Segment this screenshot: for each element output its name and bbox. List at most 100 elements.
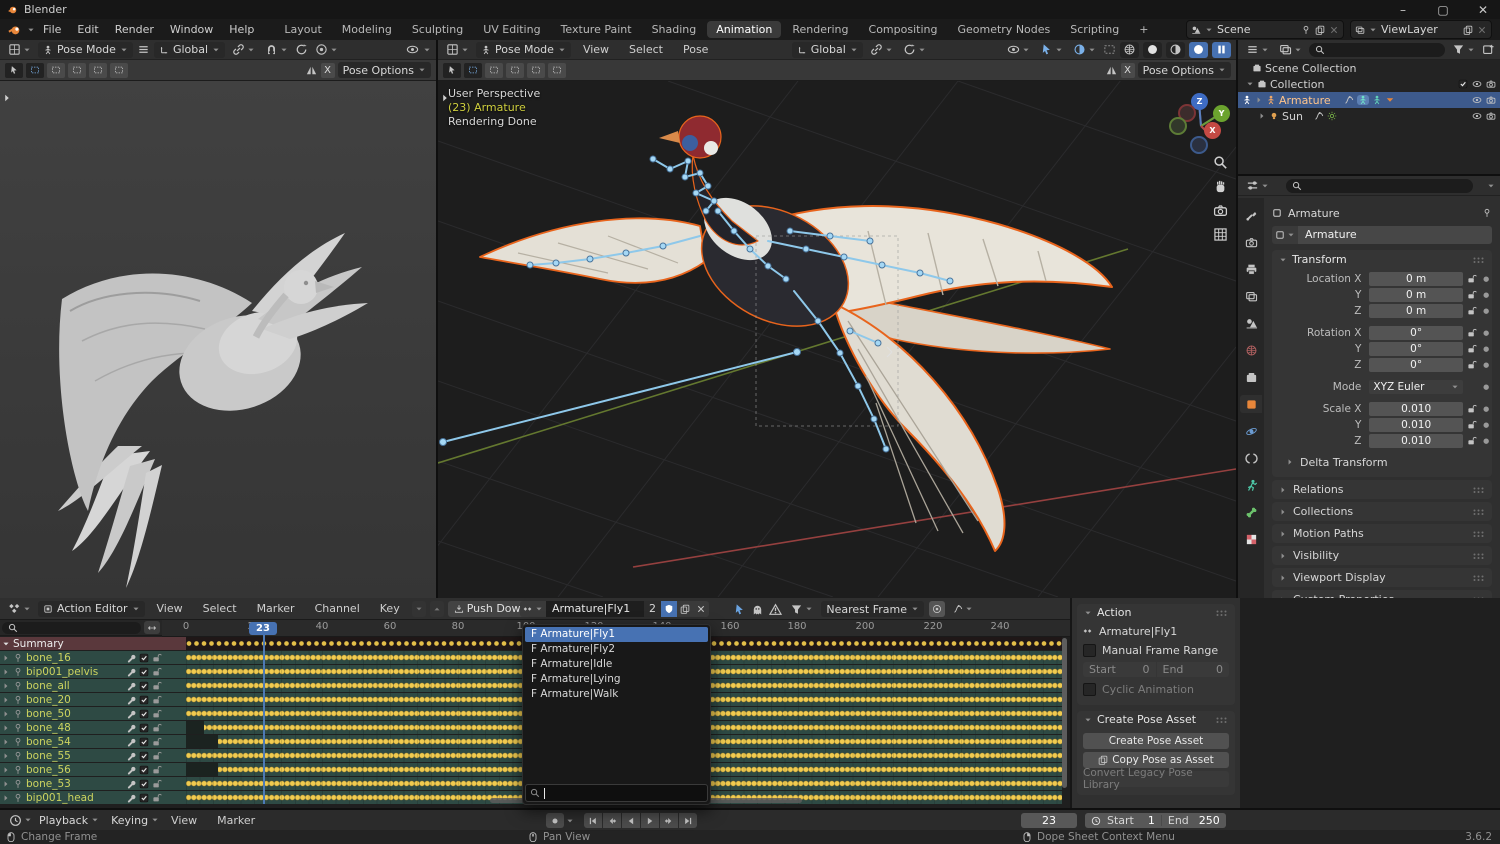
disclosure-down-icon[interactable]	[1246, 80, 1254, 88]
scene-selector[interactable]: Scene	[1186, 20, 1344, 39]
toolbar-expand-icon[interactable]	[440, 93, 450, 103]
options-caret-icon[interactable]	[1487, 182, 1495, 190]
modifier-wrench-icon[interactable]	[126, 751, 136, 761]
disclosure-right-icon[interactable]	[2, 780, 10, 788]
unlink-action-button[interactable]	[693, 601, 709, 617]
mute-checkbox-icon[interactable]	[139, 709, 149, 719]
play-reverse-button[interactable]	[622, 813, 640, 828]
proportional-edit-button[interactable]	[312, 42, 341, 58]
dopesheet-mode-select[interactable]: Action Editor	[38, 601, 145, 617]
section-collections[interactable]: Collections	[1272, 502, 1492, 521]
current-frame-field[interactable]: 23	[1021, 813, 1077, 828]
section-relations[interactable]: Relations	[1272, 480, 1492, 499]
editor-type-button[interactable]	[5, 601, 34, 617]
outliner-filter-button[interactable]	[1449, 42, 1478, 58]
tab-collection[interactable]	[1240, 368, 1262, 386]
mode-select[interactable]: Pose Mode	[38, 42, 133, 58]
dope-sheet[interactable]: Action Editor View Select Marker Channel…	[0, 598, 1500, 808]
tab-bone[interactable]	[1240, 503, 1262, 521]
pin-icon[interactable]	[13, 695, 23, 705]
menu-window[interactable]: Window	[162, 23, 221, 36]
select-mode-invert[interactable]	[527, 63, 545, 78]
animate-dot[interactable]: ●	[1480, 291, 1492, 299]
auto-key-button[interactable]	[546, 813, 564, 828]
panel-grip-icon[interactable]	[1472, 530, 1485, 538]
dropdown-item-idle[interactable]: F Armature|Idle	[525, 657, 708, 672]
toolbar-expand-icon[interactable]	[2, 93, 12, 103]
menu-channel[interactable]: Channel	[307, 602, 368, 615]
convert-legacy-pose-library-button[interactable]: Convert Legacy Pose Library	[1083, 771, 1229, 787]
menu-view[interactable]: View	[149, 602, 191, 615]
tab-world[interactable]	[1240, 341, 1262, 359]
menu-select[interactable]: Select	[621, 43, 671, 56]
outliner[interactable]: Scene Collection Collection Armature	[1238, 40, 1500, 176]
overlays-button[interactable]	[1070, 42, 1099, 58]
pin-icon[interactable]	[13, 723, 23, 733]
modifier-wrench-icon[interactable]	[126, 667, 136, 677]
pin-icon[interactable]	[13, 709, 23, 719]
tab-sculpting[interactable]: Sculpting	[403, 21, 472, 38]
select-mode-set[interactable]	[26, 63, 44, 78]
tab-view-layer[interactable]	[1240, 287, 1262, 305]
scale-y-field[interactable]: 0.010	[1369, 418, 1462, 432]
action-users-button[interactable]: 2	[644, 601, 661, 617]
animate-dot[interactable]: ●	[1480, 383, 1492, 391]
hide-eye-icon[interactable]	[1472, 95, 1482, 105]
panel-grip-icon[interactable]	[1472, 256, 1485, 264]
tab-tool[interactable]	[1240, 206, 1262, 224]
checkbox-icon[interactable]	[1458, 79, 1468, 89]
select-mode-intersect[interactable]	[548, 63, 566, 78]
disclosure-right-icon[interactable]	[2, 682, 10, 690]
cyclic-animation-row[interactable]: Cyclic Animation	[1083, 681, 1229, 697]
snap-toggle[interactable]	[262, 42, 291, 58]
panel-grip-icon[interactable]	[1472, 508, 1485, 516]
tab-texture-paint[interactable]: Texture Paint	[552, 21, 641, 38]
modifier-wrench-icon[interactable]	[126, 779, 136, 789]
tab-constraints[interactable]	[1240, 449, 1262, 467]
pin-icon[interactable]	[1301, 25, 1311, 35]
playhead-badge[interactable]: 23	[249, 622, 277, 635]
transform-panel-header[interactable]: Transform	[1272, 250, 1492, 269]
menu-select[interactable]: Select	[195, 602, 245, 615]
show-gizmo-button[interactable]	[1004, 42, 1033, 58]
pin-icon[interactable]	[13, 737, 23, 747]
start-frame-field[interactable]: Start1	[1107, 814, 1155, 827]
menu-playback[interactable]: Playback	[39, 814, 99, 827]
lock-icon[interactable]	[152, 695, 162, 705]
lock-icon[interactable]	[1463, 274, 1481, 284]
outliner-row-scene-collection[interactable]: Scene Collection	[1238, 60, 1500, 76]
x-mirror-toggle[interactable]: X	[1121, 63, 1135, 78]
scale-x-field[interactable]: 0.010	[1369, 402, 1462, 416]
fake-user-toggle[interactable]	[661, 601, 677, 617]
visibility-icon[interactable]	[406, 43, 419, 56]
mute-checkbox-icon[interactable]	[139, 681, 149, 691]
mute-checkbox-icon[interactable]	[139, 667, 149, 677]
select-mode-extend[interactable]	[47, 63, 65, 78]
fit-range-button[interactable]	[144, 621, 160, 634]
menu-render[interactable]: Render	[107, 23, 162, 36]
add-workspace-button[interactable]: +	[1130, 21, 1157, 38]
disclosure-right-icon[interactable]	[2, 668, 10, 676]
mute-checkbox-icon[interactable]	[139, 779, 149, 789]
timeline-editor-button[interactable]	[6, 812, 35, 828]
location-y-field[interactable]: 0 m	[1369, 288, 1462, 302]
rotation-x-field[interactable]: 0°	[1369, 326, 1462, 340]
lock-icon[interactable]	[152, 779, 162, 789]
delete-scene-icon[interactable]	[1329, 25, 1339, 35]
panel-grip-icon[interactable]	[1215, 716, 1228, 724]
caret-down-icon[interactable]	[566, 817, 574, 825]
x-mirror-icon[interactable]	[1105, 64, 1118, 77]
gizmos-button[interactable]	[1037, 42, 1066, 58]
animate-dot[interactable]: ●	[1480, 345, 1492, 353]
shading-wireframe-button[interactable]	[1120, 42, 1139, 58]
cyclic-animation-checkbox[interactable]	[1083, 683, 1096, 696]
viewport-main-canvas[interactable]: User Perspective (23) Armature Rendering…	[438, 81, 1236, 598]
animate-dot[interactable]: ●	[1480, 405, 1492, 413]
pause-render-button[interactable]	[1212, 42, 1231, 58]
disclosure-right-icon[interactable]	[2, 696, 10, 704]
viewport-secondary-canvas[interactable]	[0, 81, 436, 598]
start-frame-field[interactable]: Start0	[1083, 662, 1156, 677]
outliner-filter-type-button[interactable]	[1276, 42, 1305, 58]
menu-edit[interactable]: Edit	[69, 23, 106, 36]
tab-physics[interactable]	[1240, 422, 1262, 440]
